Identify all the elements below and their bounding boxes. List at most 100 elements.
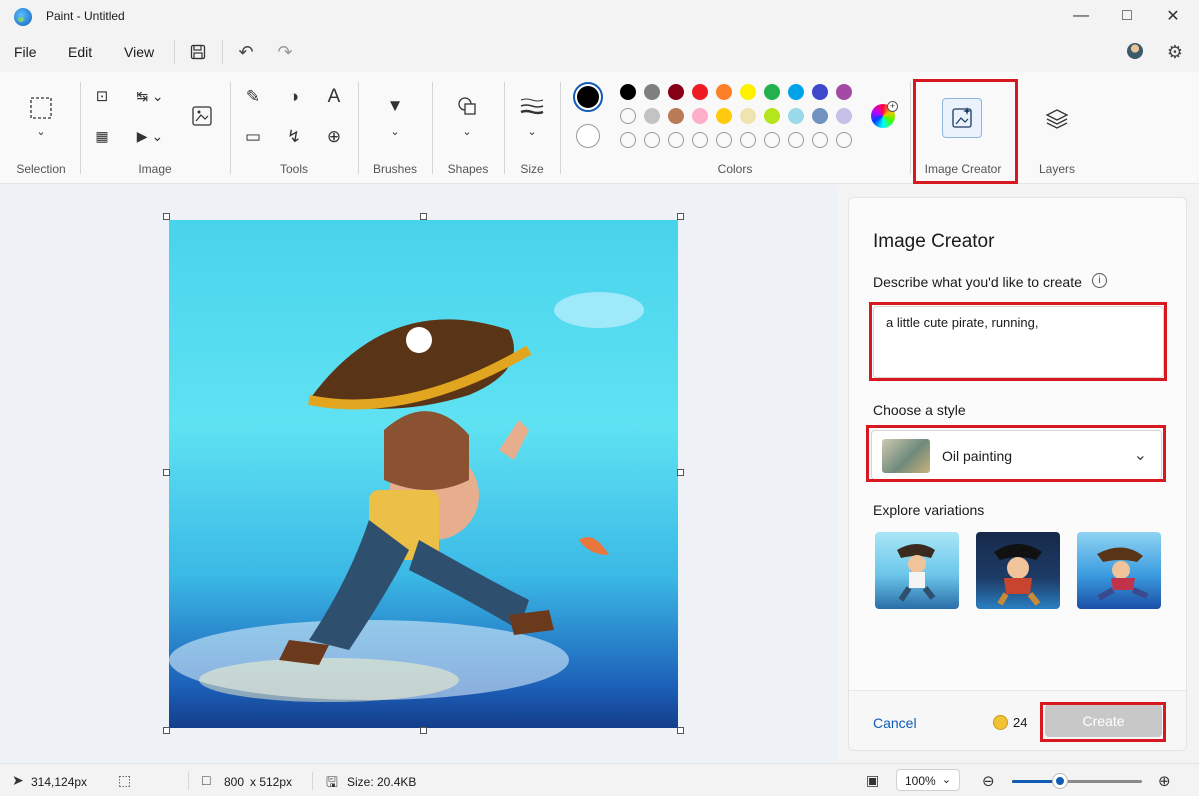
shapes-icon[interactable]	[455, 94, 479, 118]
color-picker-icon[interactable]: ↯	[283, 126, 305, 148]
color-swatch[interactable]	[716, 84, 732, 100]
color-swatch[interactable]	[812, 108, 828, 124]
text-tool-icon[interactable]: A	[323, 86, 345, 108]
size-chevron-down-icon[interactable]: ⌄	[523, 124, 541, 138]
pirate-artwork	[169, 292, 644, 702]
variation-thumbnail-2[interactable]	[976, 532, 1060, 609]
color-swatch[interactable]	[764, 132, 780, 148]
menu-bar: File Edit View ↶ ↷ ⚙	[0, 32, 1199, 72]
redo-icon[interactable]: ↷	[273, 40, 297, 64]
pencil-icon[interactable]: ✎	[242, 86, 264, 108]
credits-count: 24	[1013, 715, 1028, 730]
image-select-icon[interactable]	[190, 104, 214, 128]
color-swatch[interactable]	[644, 132, 660, 148]
undo-icon[interactable]: ↶	[234, 40, 258, 64]
credits-coin-icon	[993, 715, 1008, 730]
color-swatch[interactable]	[668, 84, 684, 100]
canvas-size-icon: □	[202, 772, 211, 788]
color-swatch[interactable]	[716, 108, 732, 124]
color-swatch[interactable]	[788, 132, 804, 148]
color-swatch[interactable]	[716, 132, 732, 148]
cursor-pointer-icon: ➤	[12, 772, 24, 788]
save-icon[interactable]	[186, 40, 210, 64]
account-avatar[interactable]	[1124, 40, 1146, 62]
color-swatch[interactable]	[836, 108, 852, 124]
resize-handle-bottom-left[interactable]	[163, 727, 170, 734]
fit-to-window-icon[interactable]: ▣	[866, 772, 879, 789]
cancel-button[interactable]: Cancel	[873, 715, 917, 731]
color-swatch[interactable]	[740, 108, 756, 124]
color-swatch[interactable]	[620, 132, 636, 148]
highlight-prompt-input	[869, 302, 1167, 381]
primary-color-selector[interactable]	[573, 82, 603, 112]
group-label-colors: Colors	[717, 162, 753, 176]
resize-handle-top-left[interactable]	[163, 213, 170, 220]
close-icon[interactable]: ✕	[1150, 0, 1196, 32]
color-swatch[interactable]	[764, 108, 780, 124]
color-swatch[interactable]	[836, 132, 852, 148]
color-swatch[interactable]	[788, 84, 804, 100]
minimize-icon[interactable]: —	[1058, 0, 1104, 32]
zoom-chevron-down-icon: ⌄	[941, 774, 951, 786]
menu-view[interactable]: View	[124, 44, 154, 60]
menu-edit[interactable]: Edit	[68, 44, 92, 60]
magnifier-icon[interactable]: ⊕	[323, 126, 345, 148]
color-swatch[interactable]	[812, 132, 828, 148]
resize-icon[interactable]: ↹ ⌄	[132, 86, 168, 106]
fill-bucket-icon[interactable]: ◑	[283, 86, 305, 108]
color-swatch[interactable]	[740, 132, 756, 148]
layers-icon[interactable]	[1044, 106, 1070, 132]
zoom-level-dropdown[interactable]: 100% ⌄	[896, 769, 960, 791]
paint-app-icon	[14, 8, 32, 26]
remove-background-icon[interactable]: ▦	[92, 126, 112, 146]
crop-icon[interactable]: ⊡	[92, 86, 112, 106]
color-swatch[interactable]	[764, 84, 780, 100]
selection-chevron-down-icon[interactable]: ⌄	[32, 124, 50, 138]
color-swatch[interactable]	[644, 84, 660, 100]
menu-file[interactable]: File	[14, 44, 37, 60]
secondary-color-selector[interactable]	[576, 124, 600, 148]
shapes-chevron-down-icon[interactable]: ⌄	[458, 124, 476, 138]
resize-handle-left[interactable]	[163, 469, 170, 476]
color-swatch[interactable]	[692, 108, 708, 124]
highlight-style-dropdown	[866, 425, 1166, 482]
color-swatch[interactable]	[812, 84, 828, 100]
variation-thumbnail-3[interactable]	[1077, 532, 1161, 609]
selection-rectangle-icon[interactable]	[28, 95, 54, 121]
zoom-in-icon[interactable]: ⊕	[1158, 772, 1171, 790]
zoom-out-icon[interactable]: ⊖	[982, 772, 995, 790]
info-icon[interactable]: i	[1092, 273, 1107, 288]
brushes-chevron-down-icon[interactable]: ⌄	[386, 124, 404, 138]
variations-label: Explore variations	[873, 502, 985, 518]
color-swatch[interactable]	[692, 84, 708, 100]
resize-handle-bottom-right[interactable]	[677, 727, 684, 734]
group-label-brushes: Brushes	[372, 162, 418, 176]
edit-colors-icon[interactable]: +	[871, 101, 898, 128]
color-swatch[interactable]	[644, 108, 660, 124]
color-swatch[interactable]	[788, 108, 804, 124]
resize-handle-top-right[interactable]	[677, 213, 684, 220]
color-swatch[interactable]	[836, 84, 852, 100]
resize-handle-right[interactable]	[677, 469, 684, 476]
zoom-slider[interactable]	[1012, 774, 1142, 788]
color-swatch[interactable]	[668, 132, 684, 148]
stroke-size-icon[interactable]	[519, 94, 545, 118]
brush-icon[interactable]: ▼	[383, 94, 407, 118]
color-swatch[interactable]	[668, 108, 684, 124]
color-swatch[interactable]	[620, 108, 636, 124]
eraser-icon[interactable]: ▭	[242, 126, 264, 148]
maximize-icon[interactable]: □	[1104, 0, 1150, 32]
ribbon-divider	[432, 82, 433, 174]
flip-icon[interactable]: ▶ ⌄	[132, 126, 168, 146]
settings-gear-icon[interactable]: ⚙	[1163, 40, 1187, 64]
color-swatch[interactable]	[692, 132, 708, 148]
canvas-artwork[interactable]	[169, 220, 678, 728]
resize-handle-top[interactable]	[420, 213, 427, 220]
variation-thumbnail-1[interactable]	[875, 532, 959, 609]
resize-handle-bottom[interactable]	[420, 727, 427, 734]
color-swatch[interactable]	[740, 84, 756, 100]
group-label-selection: Selection	[16, 162, 66, 176]
ribbon-divider	[230, 82, 231, 174]
zoom-slider-thumb[interactable]	[1053, 774, 1068, 788]
color-swatch[interactable]	[620, 84, 636, 100]
